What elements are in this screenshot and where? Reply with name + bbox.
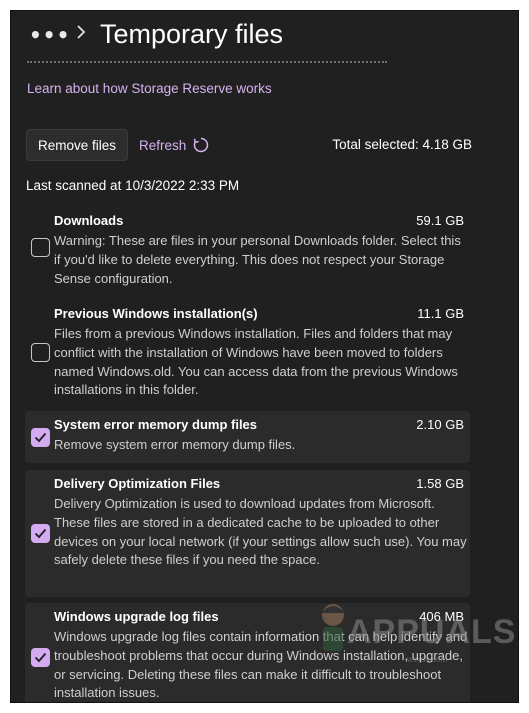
refresh-button[interactable]: Refresh — [139, 136, 210, 154]
upgrade-logs-checkbox[interactable] — [31, 648, 50, 667]
total-selected: Total selected: 4.18 GB — [332, 137, 472, 152]
previous-windows-checkbox[interactable] — [31, 343, 50, 362]
list-item-delivery-optimization: Delivery Optimization Files 1.58 GB Deli… — [25, 470, 470, 597]
item-description: Delivery Optimization is used to downloa… — [54, 496, 467, 568]
list-item-downloads: Downloads 59.1 GB Warning: These are fil… — [25, 207, 470, 295]
item-description: Remove system error memory dump files. — [54, 437, 296, 452]
item-description: Windows upgrade log files contain inform… — [54, 629, 468, 701]
item-name: Delivery Optimization Files — [54, 476, 221, 491]
item-name: System error memory dump files — [54, 417, 258, 432]
item-description: Warning: These are files in your persona… — [54, 233, 461, 286]
checkmark-icon — [34, 652, 47, 663]
refresh-label: Refresh — [139, 137, 187, 153]
list-item-upgrade-logs: Windows upgrade log files 406 MB Windows… — [25, 603, 470, 702]
last-scanned-text: Last scanned at 10/3/2022 2:33 PM — [26, 178, 240, 193]
storage-reserve-link[interactable]: Learn about how Storage Reserve works — [27, 81, 272, 96]
item-size: 406 MB — [419, 609, 464, 624]
header: ••• Temporary files — [11, 11, 518, 61]
list-item-memory-dump: System error memory dump files 2.10 GB R… — [25, 411, 470, 463]
list-item-previous-windows: Previous Windows installation(s) 11.1 GB… — [25, 300, 470, 407]
item-size: 11.1 GB — [417, 306, 464, 321]
memory-dump-checkbox[interactable] — [31, 428, 50, 447]
refresh-icon — [194, 137, 209, 153]
item-size: 59.1 GB — [416, 213, 464, 228]
item-description: Files from a previous Windows installati… — [54, 326, 458, 398]
checkmark-icon — [34, 528, 47, 539]
clipped-text-line — [27, 59, 387, 67]
remove-files-button[interactable]: Remove files — [26, 129, 128, 161]
checkmark-icon — [34, 432, 47, 443]
delivery-optimization-checkbox[interactable] — [31, 524, 50, 543]
item-name: Windows upgrade log files — [54, 609, 219, 624]
chevron-right-icon — [77, 25, 86, 39]
item-size: 2.10 GB — [416, 417, 464, 432]
settings-window: ••• Temporary files Learn about how Stor… — [10, 10, 519, 703]
item-size: 1.58 GB — [416, 476, 464, 491]
downloads-checkbox[interactable] — [31, 238, 50, 257]
page-title: Temporary files — [100, 19, 284, 49]
item-name: Previous Windows installation(s) — [54, 306, 258, 321]
item-name: Downloads — [54, 213, 124, 228]
more-options-button[interactable]: ••• — [29, 23, 70, 47]
